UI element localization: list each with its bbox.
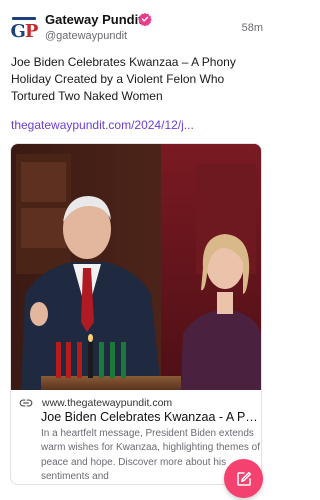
compose-icon [236, 471, 251, 486]
card-domain-row: www.thegatewaypundit.com [19, 396, 172, 410]
link-preview-card[interactable]: www.thegatewaypundit.com Joe Biden Celeb… [10, 143, 262, 485]
link-icon [19, 399, 33, 407]
author-name[interactable]: Gateway Pundit [45, 12, 143, 27]
verified-badge-icon [138, 12, 152, 26]
avatar-logo-bar [12, 17, 36, 20]
post-timestamp: 58m [241, 22, 263, 34]
post-text: Joe Biden Celebrates Kwanzaa – A Phony H… [11, 55, 236, 103]
avatar[interactable]: GP [10, 15, 39, 42]
author-handle: @gatewaypundit [45, 30, 128, 42]
card-title[interactable]: Joe Biden Celebrates Kwanzaa - A Ph... [41, 410, 259, 424]
card-thumbnail-image[interactable] [11, 144, 261, 390]
compose-button[interactable] [224, 459, 263, 498]
feed-post[interactable]: GP Gateway Pundit @gatewaypundit 58m Joe… [0, 0, 273, 500]
card-domain: www.thegatewaypundit.com [42, 397, 173, 409]
post-link[interactable]: thegatewaypundit.com/2024/12/j... [11, 118, 194, 132]
avatar-logo: GP [10, 21, 39, 42]
